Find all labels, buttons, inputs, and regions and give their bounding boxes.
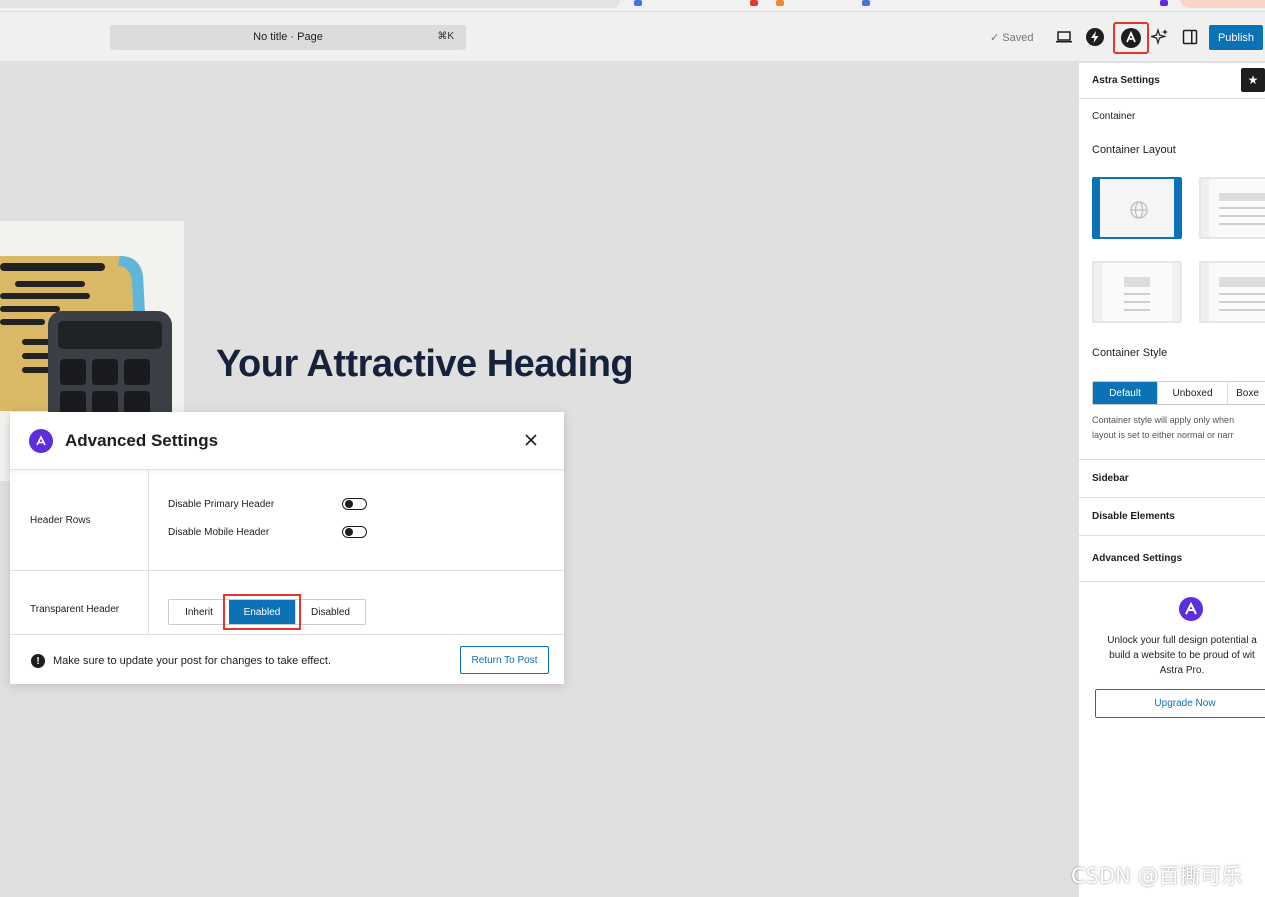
preview-laptop-icon[interactable] xyxy=(1052,25,1076,49)
modal-footer: ! Make sure to update your post for chan… xyxy=(10,634,564,684)
saved-status: ✓ Saved xyxy=(990,32,1034,44)
divider xyxy=(1079,497,1265,498)
modal-title: Advanced Settings xyxy=(65,431,219,450)
transparent-header-options: Inherit Enabled Disabled xyxy=(168,594,366,630)
watermark: CSDN @百撕可乐 xyxy=(1071,864,1243,888)
style-help-text: layout is set to either normal or narr xyxy=(1092,430,1234,440)
close-icon[interactable] xyxy=(519,428,543,452)
sidebar-header: Astra Settings ★ xyxy=(1079,63,1265,99)
divider xyxy=(1079,535,1265,536)
column-divider xyxy=(148,470,149,634)
astra-settings-sidebar: Astra Settings ★ Container Container Lay… xyxy=(1078,63,1265,897)
star-icon[interactable]: ★ xyxy=(1241,68,1265,92)
browser-account-pill[interactable] xyxy=(1180,0,1265,8)
ai-sparkle-icon[interactable] xyxy=(1148,25,1172,49)
extension-icon[interactable] xyxy=(776,0,784,6)
astra-logo-icon xyxy=(29,429,53,453)
transparent-option-inherit[interactable]: Inherit xyxy=(169,600,229,624)
page-heading[interactable]: Your Attractive Heading xyxy=(216,343,634,386)
sidebar-section-advanced-settings[interactable]: Advanced Settings xyxy=(1092,553,1182,564)
astra-settings-button[interactable] xyxy=(1113,22,1149,54)
container-style-label: Container Style xyxy=(1092,347,1168,359)
divider xyxy=(1079,459,1265,460)
disable-mobile-header-toggle[interactable] xyxy=(342,526,367,538)
modal-header: Advanced Settings xyxy=(10,412,564,470)
browser-toolbar-strip xyxy=(0,0,1265,12)
container-layout-label: Container Layout xyxy=(1092,144,1176,156)
globe-icon xyxy=(1130,201,1148,219)
promo-line: Unlock your full design potential a xyxy=(1107,635,1257,646)
row-divider xyxy=(10,570,564,571)
disable-mobile-header-label: Disable Mobile Header xyxy=(168,527,270,538)
return-to-post-button[interactable]: Return To Post xyxy=(460,646,549,674)
layout-option-full-width[interactable] xyxy=(1199,177,1265,239)
divider xyxy=(1079,581,1265,582)
sidebar-title: Astra Settings xyxy=(1092,75,1160,86)
bolt-icon[interactable] xyxy=(1083,25,1107,49)
extension-icon[interactable] xyxy=(634,0,642,6)
style-help-text: Container style will apply only when xyxy=(1092,415,1235,425)
layout-option-wide[interactable] xyxy=(1199,261,1265,323)
profile-icon[interactable] xyxy=(1160,0,1168,6)
container-section-title[interactable]: Container xyxy=(1092,111,1135,122)
settings-panel-toggle-icon[interactable] xyxy=(1178,25,1202,49)
extension-icon[interactable] xyxy=(750,0,758,6)
info-icon: ! xyxy=(31,654,45,668)
document-title-bar[interactable]: No title · Page ⌘K xyxy=(110,25,466,50)
layout-option-narrow[interactable] xyxy=(1092,261,1182,323)
sidebar-section-sidebar[interactable]: Sidebar xyxy=(1092,473,1129,484)
command-shortcut: ⌘K xyxy=(437,31,454,42)
disable-primary-header-label: Disable Primary Header xyxy=(168,499,275,510)
sidebar-section-disable-elements[interactable]: Disable Elements xyxy=(1092,511,1175,522)
transparent-header-label: Transparent Header xyxy=(30,604,120,615)
editor-toolbar: No title · Page ⌘K ✓ Saved Publish xyxy=(0,12,1265,62)
promo-line: build a website to be proud of wit xyxy=(1109,650,1255,661)
disable-primary-header-toggle[interactable] xyxy=(342,498,367,510)
style-option-unboxed[interactable]: Unboxed xyxy=(1157,382,1227,404)
advanced-settings-modal: Advanced Settings Header Rows Disable Pr… xyxy=(10,412,564,684)
extension-icon[interactable] xyxy=(862,0,870,6)
publish-button[interactable]: Publish xyxy=(1209,25,1263,50)
transparent-option-enabled[interactable]: Enabled xyxy=(223,594,301,630)
layout-option-default[interactable] xyxy=(1092,177,1182,239)
upgrade-promo-text: Unlock your full design potential a buil… xyxy=(1092,633,1265,678)
document-title: No title · Page xyxy=(253,31,323,43)
style-option-boxed[interactable]: Boxe xyxy=(1227,382,1265,404)
header-rows-label: Header Rows xyxy=(30,515,91,526)
address-bar-fragment[interactable] xyxy=(0,0,620,8)
astra-logo-icon xyxy=(1179,597,1203,621)
upgrade-now-button[interactable]: Upgrade Now xyxy=(1095,689,1265,718)
promo-line: Astra Pro. xyxy=(1159,665,1205,676)
footer-note: Make sure to update your post for change… xyxy=(53,655,332,667)
container-style-segmented: Default Unboxed Boxe xyxy=(1092,381,1265,405)
style-option-default[interactable]: Default xyxy=(1093,382,1157,404)
transparent-option-disabled[interactable]: Disabled xyxy=(295,600,365,624)
